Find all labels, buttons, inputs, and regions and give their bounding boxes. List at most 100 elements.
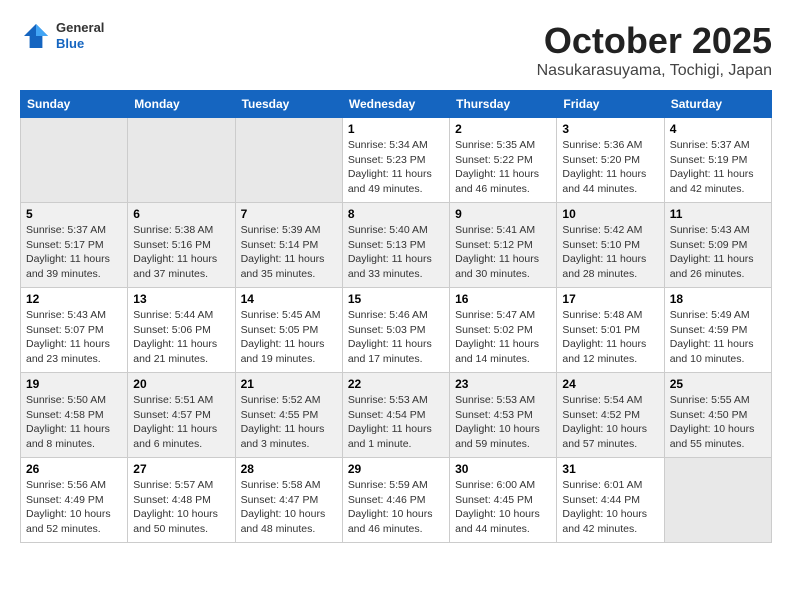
day-info: Sunrise: 5:46 AM Sunset: 5:03 PM Dayligh…	[348, 308, 444, 367]
day-number: 25	[670, 377, 766, 391]
day-number: 2	[455, 122, 551, 136]
day-info: Sunrise: 5:36 AM Sunset: 5:20 PM Dayligh…	[562, 138, 658, 197]
weekday-header-sunday: Sunday	[21, 91, 128, 118]
calendar-cell: 14Sunrise: 5:45 AM Sunset: 5:05 PM Dayli…	[235, 288, 342, 373]
day-number: 6	[133, 207, 229, 221]
calendar-body: 1 Sunrise: 5:34 AM Sunset: 5:23 PM Daylig…	[21, 118, 772, 543]
calendar-cell: 27 Sunrise: 5:57 AM Sunset: 4:48 PM Dayli…	[128, 458, 235, 543]
calendar-cell: 29 Sunrise: 5:59 AM Sunset: 4:46 PM Dayli…	[342, 458, 449, 543]
title-section: October 2025 Nasukarasuyama, Tochigi, Ja…	[537, 20, 772, 80]
day-info: Sunrise: 5:49 AM Sunset: 4:59 PM Dayligh…	[670, 308, 766, 367]
calendar-header: SundayMondayTuesdayWednesdayThursdayFrid…	[21, 91, 772, 118]
calendar-cell: 25 Sunrise: 5:55 AM Sunset: 4:50 PM Dayli…	[664, 373, 771, 458]
day-number: 15	[348, 292, 444, 306]
calendar-cell: 10 Sunrise: 5:42 AM Sunset: 5:10 PM Dayli…	[557, 203, 664, 288]
day-info: Sunrise: 5:52 AM Sunset: 4:55 PM Dayligh…	[241, 393, 337, 452]
day-info: Sunrise: 5:56 AM Sunset: 4:49 PM Dayligh…	[26, 478, 122, 537]
calendar-cell: 30 Sunrise: 6:00 AM Sunset: 4:45 PM Dayli…	[450, 458, 557, 543]
calendar-cell: 12 Sunrise: 5:43 AM Sunset: 5:07 PM Dayli…	[21, 288, 128, 373]
logo: General Blue	[20, 20, 104, 52]
day-number: 10	[562, 207, 658, 221]
day-number: 20	[133, 377, 229, 391]
calendar-cell: 7 Sunrise: 5:39 AM Sunset: 5:14 PM Daylig…	[235, 203, 342, 288]
calendar-cell: 3 Sunrise: 5:36 AM Sunset: 5:20 PM Daylig…	[557, 118, 664, 203]
day-number: 12	[26, 292, 122, 306]
day-info: Sunrise: 5:42 AM Sunset: 5:10 PM Dayligh…	[562, 223, 658, 282]
day-info: Sunrise: 5:44 AM Sunset: 5:06 PM Dayligh…	[133, 308, 229, 367]
day-info: Sunrise: 5:59 AM Sunset: 4:46 PM Dayligh…	[348, 478, 444, 537]
day-info: Sunrise: 6:00 AM Sunset: 4:45 PM Dayligh…	[455, 478, 551, 537]
calendar-cell	[128, 118, 235, 203]
day-info: Sunrise: 5:50 AM Sunset: 4:58 PM Dayligh…	[26, 393, 122, 452]
week-row-4: 26 Sunrise: 5:56 AM Sunset: 4:49 PM Dayli…	[21, 458, 772, 543]
calendar-cell: 26 Sunrise: 5:56 AM Sunset: 4:49 PM Dayli…	[21, 458, 128, 543]
day-info: Sunrise: 5:51 AM Sunset: 4:57 PM Dayligh…	[133, 393, 229, 452]
day-info: Sunrise: 5:57 AM Sunset: 4:48 PM Dayligh…	[133, 478, 229, 537]
calendar-cell: 15 Sunrise: 5:46 AM Sunset: 5:03 PM Dayli…	[342, 288, 449, 373]
day-info: Sunrise: 5:38 AM Sunset: 5:16 PM Dayligh…	[133, 223, 229, 282]
day-number: 7	[241, 207, 337, 221]
day-number: 4	[670, 122, 766, 136]
day-number: 30	[455, 462, 551, 476]
day-info: Sunrise: 5:37 AM Sunset: 5:17 PM Dayligh…	[26, 223, 122, 282]
day-number: 8	[348, 207, 444, 221]
calendar-cell: 23Sunrise: 5:53 AM Sunset: 4:53 PM Dayli…	[450, 373, 557, 458]
day-number: 28	[241, 462, 337, 476]
week-row-0: 1 Sunrise: 5:34 AM Sunset: 5:23 PM Daylig…	[21, 118, 772, 203]
day-number: 26	[26, 462, 122, 476]
calendar-cell	[21, 118, 128, 203]
calendar-cell: 11Sunrise: 5:43 AM Sunset: 5:09 PM Dayli…	[664, 203, 771, 288]
weekday-header-monday: Monday	[128, 91, 235, 118]
day-number: 19	[26, 377, 122, 391]
day-info: Sunrise: 5:43 AM Sunset: 5:07 PM Dayligh…	[26, 308, 122, 367]
calendar-cell: 1 Sunrise: 5:34 AM Sunset: 5:23 PM Daylig…	[342, 118, 449, 203]
weekday-header-friday: Friday	[557, 91, 664, 118]
day-number: 3	[562, 122, 658, 136]
day-info: Sunrise: 5:53 AM Sunset: 4:54 PM Dayligh…	[348, 393, 444, 452]
day-info: Sunrise: 5:54 AM Sunset: 4:52 PM Dayligh…	[562, 393, 658, 452]
day-number: 5	[26, 207, 122, 221]
day-number: 29	[348, 462, 444, 476]
calendar-cell: 31Sunrise: 6:01 AM Sunset: 4:44 PM Dayli…	[557, 458, 664, 543]
calendar-cell	[664, 458, 771, 543]
week-row-2: 12 Sunrise: 5:43 AM Sunset: 5:07 PM Dayli…	[21, 288, 772, 373]
day-info: Sunrise: 5:55 AM Sunset: 4:50 PM Dayligh…	[670, 393, 766, 452]
calendar-cell: 16Sunrise: 5:47 AM Sunset: 5:02 PM Dayli…	[450, 288, 557, 373]
calendar-cell: 21Sunrise: 5:52 AM Sunset: 4:55 PM Dayli…	[235, 373, 342, 458]
logo-text: General Blue	[56, 20, 104, 51]
calendar-cell: 28 Sunrise: 5:58 AM Sunset: 4:47 PM Dayli…	[235, 458, 342, 543]
logo-icon	[20, 20, 52, 52]
week-row-3: 19 Sunrise: 5:50 AM Sunset: 4:58 PM Dayli…	[21, 373, 772, 458]
weekday-header-wednesday: Wednesday	[342, 91, 449, 118]
day-info: Sunrise: 5:34 AM Sunset: 5:23 PM Dayligh…	[348, 138, 444, 197]
logo-general: General	[56, 20, 104, 36]
day-info: Sunrise: 5:39 AM Sunset: 5:14 PM Dayligh…	[241, 223, 337, 282]
day-info: Sunrise: 5:35 AM Sunset: 5:22 PM Dayligh…	[455, 138, 551, 197]
day-info: Sunrise: 5:58 AM Sunset: 4:47 PM Dayligh…	[241, 478, 337, 537]
calendar-cell: 9Sunrise: 5:41 AM Sunset: 5:12 PM Daylig…	[450, 203, 557, 288]
day-number: 11	[670, 207, 766, 221]
calendar-cell: 13Sunrise: 5:44 AM Sunset: 5:06 PM Dayli…	[128, 288, 235, 373]
weekday-row: SundayMondayTuesdayWednesdayThursdayFrid…	[21, 91, 772, 118]
day-number: 27	[133, 462, 229, 476]
calendar-cell: 19 Sunrise: 5:50 AM Sunset: 4:58 PM Dayli…	[21, 373, 128, 458]
weekday-header-saturday: Saturday	[664, 91, 771, 118]
calendar-cell: 17Sunrise: 5:48 AM Sunset: 5:01 PM Dayli…	[557, 288, 664, 373]
day-info: Sunrise: 5:37 AM Sunset: 5:19 PM Dayligh…	[670, 138, 766, 197]
calendar-cell: 18Sunrise: 5:49 AM Sunset: 4:59 PM Dayli…	[664, 288, 771, 373]
calendar-cell: 20 Sunrise: 5:51 AM Sunset: 4:57 PM Dayli…	[128, 373, 235, 458]
logo-blue: Blue	[56, 36, 104, 52]
calendar-cell: 4 Sunrise: 5:37 AM Sunset: 5:19 PM Daylig…	[664, 118, 771, 203]
weekday-header-thursday: Thursday	[450, 91, 557, 118]
day-info: Sunrise: 6:01 AM Sunset: 4:44 PM Dayligh…	[562, 478, 658, 537]
calendar-cell: 8Sunrise: 5:40 AM Sunset: 5:13 PM Daylig…	[342, 203, 449, 288]
day-number: 16	[455, 292, 551, 306]
day-number: 1	[348, 122, 444, 136]
day-number: 17	[562, 292, 658, 306]
calendar-table: SundayMondayTuesdayWednesdayThursdayFrid…	[20, 90, 772, 543]
day-number: 24	[562, 377, 658, 391]
calendar-cell: 24 Sunrise: 5:54 AM Sunset: 4:52 PM Dayli…	[557, 373, 664, 458]
day-number: 14	[241, 292, 337, 306]
week-row-1: 5 Sunrise: 5:37 AM Sunset: 5:17 PM Daylig…	[21, 203, 772, 288]
day-number: 23	[455, 377, 551, 391]
